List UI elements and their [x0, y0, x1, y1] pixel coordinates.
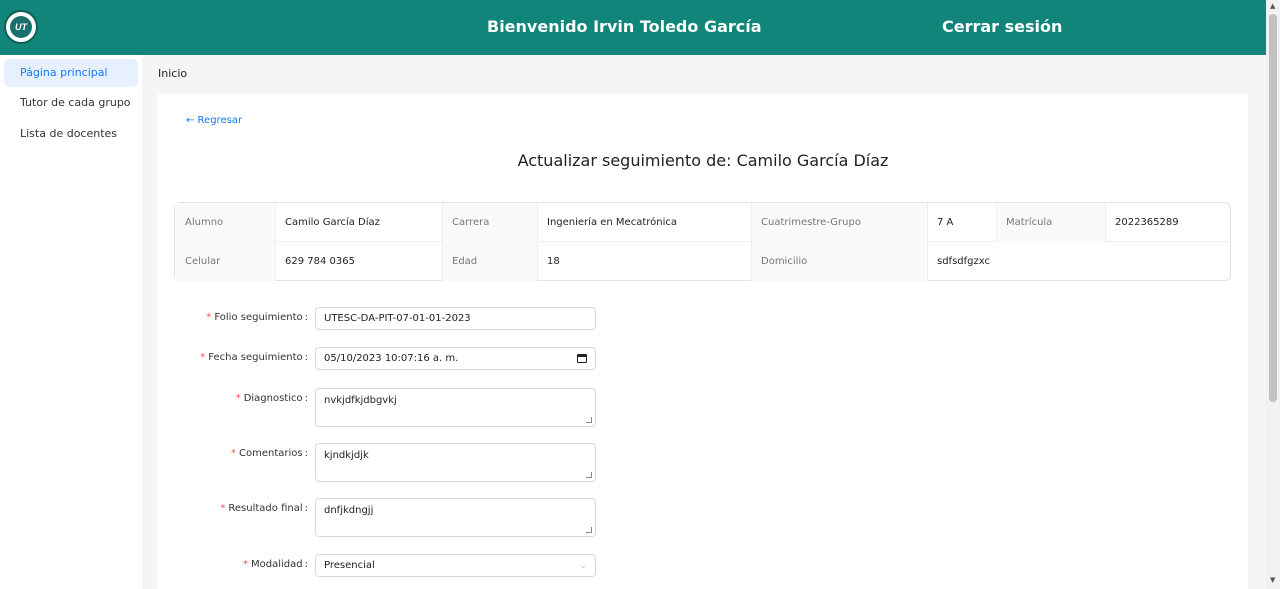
- calendar-icon[interactable]: [577, 354, 587, 363]
- fecha-label: * Fecha seguimiento:: [200, 352, 308, 363]
- sidebar-item-group-tutors[interactable]: Tutor de cada grupo: [4, 89, 138, 117]
- sidebar: Página principal Tutor de cada grupo Lis…: [0, 55, 142, 589]
- page-scrollbar[interactable]: ▲ ▼: [1266, 0, 1280, 589]
- back-link[interactable]: ← Regresar: [186, 115, 242, 126]
- alumno-label: Alumno: [175, 203, 275, 242]
- page-title: Actualizar seguimiento de: Camilo García…: [517, 151, 889, 170]
- resize-handle-icon[interactable]: [586, 417, 592, 423]
- matricula-label: Matrícula: [996, 203, 1105, 242]
- edad-label: Edad: [442, 242, 537, 281]
- col-divider: [275, 203, 276, 280]
- col-divider: [1105, 203, 1106, 241]
- logout-button[interactable]: Cerrar sesión: [942, 17, 1062, 36]
- folio-input[interactable]: UTESC-DA-PIT-07-01-01-2023: [315, 307, 596, 330]
- breadcrumb[interactable]: Inicio: [158, 67, 187, 80]
- sidebar-item-teachers-list[interactable]: Lista de docentes: [4, 120, 138, 148]
- cuatrimestre-value: 7 A: [937, 217, 954, 228]
- resize-handle-icon[interactable]: [586, 472, 592, 478]
- col-divider: [996, 203, 997, 241]
- modalidad-value: Presencial: [324, 560, 375, 571]
- alumno-value: Camilo García Díaz: [285, 217, 380, 228]
- sidebar-item-home[interactable]: Página principal: [4, 59, 138, 87]
- diagnostico-value: nvkjdfkjdbgvkj: [324, 395, 397, 406]
- chevron-down-icon: ⌄: [579, 561, 587, 571]
- utesc-logo[interactable]: UT: [4, 10, 38, 44]
- domicilio-label: Domicilio: [751, 242, 927, 281]
- fecha-input[interactable]: 05/10/2023 10:07:16 a. m.: [315, 347, 596, 370]
- scroll-up-icon[interactable]: ▲: [1270, 2, 1275, 10]
- matricula-value: 2022365289: [1115, 217, 1179, 228]
- col-divider: [537, 203, 538, 280]
- cuatrimestre-label: Cuatrimestre-Grupo: [751, 203, 927, 242]
- resultado-label: * Resultado final:: [220, 503, 308, 514]
- col-divider: [442, 203, 443, 280]
- modalidad-select[interactable]: Presencial ⌄: [315, 554, 596, 577]
- resize-handle-icon[interactable]: [586, 527, 592, 533]
- top-header: UT Bienvenido Irvin Toledo García Cerrar…: [0, 0, 1266, 55]
- modalidad-label: * Modalidad:: [243, 559, 308, 570]
- scrollbar-thumb[interactable]: [1269, 14, 1277, 402]
- student-info-table: Alumno Camilo García Díaz Carrera Ingeni…: [174, 202, 1231, 281]
- celular-label: Celular: [175, 242, 275, 281]
- col-divider: [751, 203, 752, 280]
- fecha-value: 05/10/2023 10:07:16 a. m.: [324, 353, 459, 364]
- resultado-value: dnfjkdngjj: [324, 505, 374, 516]
- welcome-message: Bienvenido Irvin Toledo García: [487, 17, 762, 36]
- carrera-label: Carrera: [442, 203, 537, 242]
- carrera-value: Ingeniería en Mecatrónica: [547, 217, 677, 228]
- comentarios-value: kjndkjdjk: [324, 450, 369, 461]
- comentarios-label: * Comentarios:: [231, 448, 308, 459]
- domicilio-value: sdfsdfgzxc: [937, 256, 990, 267]
- diagnostico-label: * Diagnostico:: [235, 393, 308, 404]
- scroll-down-icon[interactable]: ▼: [1270, 576, 1275, 584]
- logo-mark: UT: [10, 16, 32, 38]
- diagnostico-textarea[interactable]: nvkjdfkjdbgvkj: [315, 388, 596, 427]
- celular-value: 629 784 0365: [285, 256, 355, 267]
- folio-label: * Folio seguimiento:: [206, 312, 308, 323]
- resultado-textarea[interactable]: dnfjkdngjj: [315, 498, 596, 537]
- comentarios-textarea[interactable]: kjndkjdjk: [315, 443, 596, 482]
- col-divider: [927, 203, 928, 280]
- edad-value: 18: [547, 256, 560, 267]
